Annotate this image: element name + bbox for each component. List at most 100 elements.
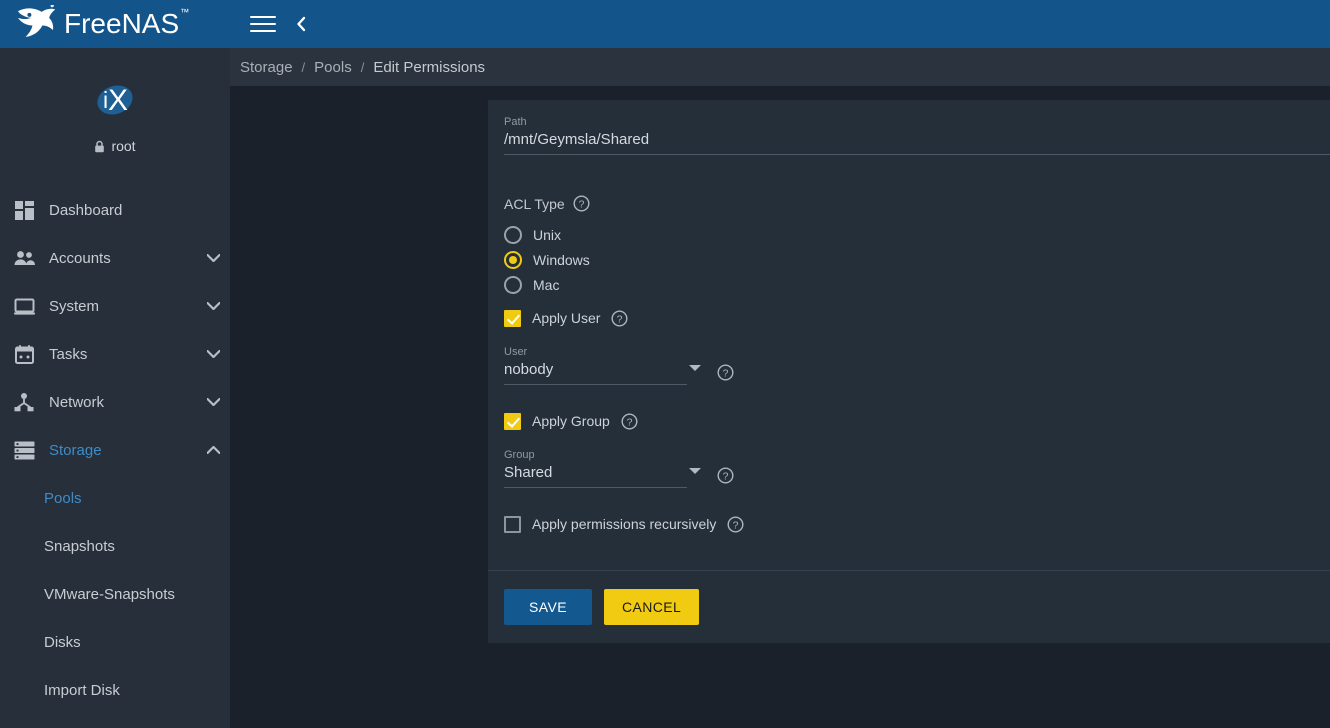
chevron-down-icon[interactable] [196, 350, 230, 358]
apply-user-checkbox-row[interactable]: Apply User ? [504, 304, 1330, 332]
svg-text:?: ? [617, 313, 623, 325]
help-circle-icon[interactable]: ? [573, 195, 590, 212]
sidebar-subitem-label: Snapshots [44, 538, 115, 555]
breadcrumb-separator: / [352, 60, 374, 75]
chevron-down-icon[interactable] [689, 468, 701, 474]
save-button[interactable]: SAVE [504, 589, 592, 625]
sidebar-subitem-label: VMware-Snapshots [44, 586, 175, 603]
acl-type-option-label: Windows [533, 252, 590, 268]
hamburger-icon[interactable] [250, 14, 276, 34]
apply-user-label: Apply User [532, 310, 600, 326]
sidebar-item-label: Dashboard [49, 202, 196, 219]
acl-type-label: ACL Type [504, 196, 565, 212]
tasks-icon [4, 345, 44, 364]
sidebar-user-row[interactable]: root [94, 138, 135, 154]
help-circle-icon[interactable]: ? [717, 467, 734, 484]
sidebar-item-label: Tasks [49, 346, 196, 363]
checkbox-checked-icon [504, 413, 521, 430]
sidebar-subitem-disks[interactable]: Disks [0, 618, 230, 666]
system-icon [4, 298, 44, 315]
path-field-block: Path /mnt/Geymsla/Shared [504, 116, 1330, 155]
card-footer: SAVE CANCEL [488, 571, 1330, 643]
path-value: /mnt/Geymsla/Shared [504, 131, 1330, 148]
breadcrumb-item-pools[interactable]: Pools [314, 59, 352, 76]
apply-recursively-label: Apply permissions recursively [532, 516, 716, 532]
acl-type-option-unix[interactable]: Unix [504, 222, 1330, 247]
checkbox-checked-icon [504, 310, 521, 327]
lock-icon [94, 140, 105, 153]
user-select[interactable]: User nobody [504, 346, 687, 385]
sidebar-item-system[interactable]: System [0, 282, 230, 330]
chevron-down-icon[interactable] [196, 398, 230, 406]
user-select-row: User nobody ? [504, 346, 1330, 385]
acl-type-option-mac[interactable]: Mac [504, 272, 1330, 297]
ix-logo-icon: i X [82, 74, 148, 126]
sidebar-item-dashboard[interactable]: Dashboard [0, 186, 230, 234]
svg-text:?: ? [733, 519, 739, 531]
checkbox-unchecked-icon [504, 516, 521, 533]
sidebar-subitem-vmware-snapshots[interactable]: VMware-Snapshots [0, 570, 230, 618]
edit-permissions-card: Path /mnt/Geymsla/Shared ACL Type ? [488, 100, 1330, 643]
help-circle-icon[interactable]: ? [727, 516, 744, 533]
radio-selected-icon [504, 251, 522, 269]
accounts-icon [4, 250, 44, 267]
brand-trademark: ™ [180, 7, 189, 17]
sidebar-item-storage[interactable]: Storage [0, 426, 230, 474]
sidebar-subitem-label: Import Disk [44, 682, 120, 699]
chevron-down-icon[interactable] [196, 254, 230, 262]
breadcrumb-item-storage[interactable]: Storage [240, 59, 293, 76]
sidebar-item-label: System [49, 298, 196, 315]
sidebar-subitem-label: Pools [44, 490, 82, 507]
sidebar-user-block: i X root [0, 48, 230, 172]
svg-text:?: ? [723, 470, 729, 482]
sidebar-username: root [111, 138, 135, 154]
acl-type-option-label: Mac [533, 277, 559, 293]
radio-unselected-icon [504, 276, 522, 294]
path-label: Path [504, 116, 1330, 128]
sidebar-item-label: Storage [49, 442, 196, 459]
svg-text:?: ? [578, 198, 584, 210]
apply-group-label: Apply Group [532, 413, 610, 429]
path-input[interactable]: /mnt/Geymsla/Shared [504, 131, 1330, 155]
sidebar-subitem-snapshots[interactable]: Snapshots [0, 522, 230, 570]
radio-unselected-icon [504, 226, 522, 244]
topbar-actions [230, 0, 310, 48]
cancel-button[interactable]: CANCEL [604, 589, 699, 625]
chevron-down-icon[interactable] [196, 302, 230, 310]
brand-title: FreeNAS™ [64, 10, 188, 38]
svg-text:?: ? [626, 416, 632, 428]
chevron-up-icon[interactable] [196, 446, 230, 454]
sidebar-subitem-pools[interactable]: Pools [0, 474, 230, 522]
user-label: User [504, 346, 687, 358]
chevron-down-icon[interactable] [689, 365, 701, 371]
edit-permissions-form: Path /mnt/Geymsla/Shared ACL Type ? [488, 100, 1330, 570]
group-select-row: Group Shared ? [504, 449, 1330, 488]
sidebar-nav: Dashboard Accounts [0, 186, 230, 714]
group-label: Group [504, 449, 687, 461]
sidebar-item-label: Accounts [49, 250, 196, 267]
freenas-app: FreeNAS™ i X [0, 0, 1330, 728]
chevron-left-icon[interactable] [292, 14, 310, 34]
group-select[interactable]: Group Shared [504, 449, 687, 488]
sidebar: i X root [0, 48, 230, 728]
group-value: Shared [504, 464, 687, 481]
breadcrumb-separator: / [293, 60, 315, 75]
top-bar: FreeNAS™ [0, 0, 1330, 48]
sidebar-item-label: Network [49, 394, 196, 411]
apply-group-checkbox-row[interactable]: Apply Group ? [504, 407, 1330, 435]
apply-recursively-checkbox-row[interactable]: Apply permissions recursively ? [504, 510, 1330, 538]
sidebar-item-tasks[interactable]: Tasks [0, 330, 230, 378]
sidebar-item-accounts[interactable]: Accounts [0, 234, 230, 282]
acl-type-option-windows[interactable]: Windows [504, 247, 1330, 272]
help-circle-icon[interactable]: ? [717, 364, 734, 381]
help-circle-icon[interactable]: ? [611, 310, 628, 327]
svg-text:X: X [108, 84, 128, 117]
freenas-shark-logo-icon [14, 5, 60, 43]
storage-icon [4, 441, 44, 460]
breadcrumb-item-edit-permissions: Edit Permissions [373, 59, 485, 76]
content-area: Path /mnt/Geymsla/Shared ACL Type ? [230, 86, 1330, 728]
sidebar-subitem-import-disk[interactable]: Import Disk [0, 666, 230, 714]
help-circle-icon[interactable]: ? [621, 413, 638, 430]
user-value: nobody [504, 361, 687, 378]
sidebar-item-network[interactable]: Network [0, 378, 230, 426]
